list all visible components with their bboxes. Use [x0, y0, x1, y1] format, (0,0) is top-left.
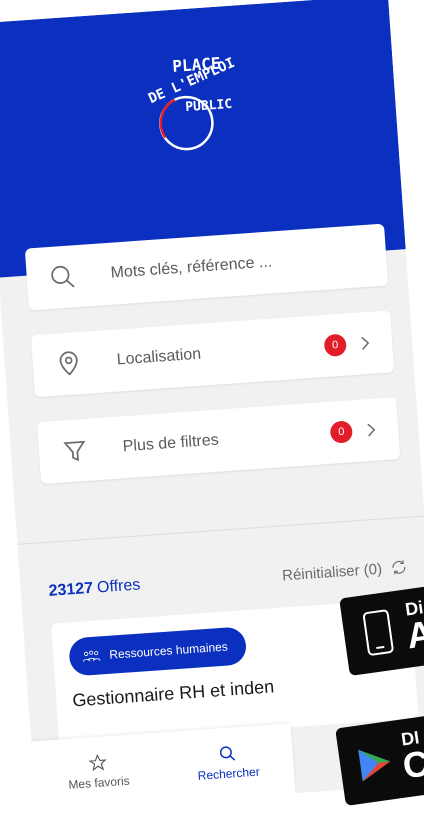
more-filters[interactable]: Plus de filtres 0: [36, 397, 401, 485]
location-filter[interactable]: Localisation 0: [30, 310, 395, 398]
chevron-right-icon: [361, 336, 370, 350]
star-icon: [88, 753, 107, 772]
svg-text:PUBLIC: PUBLIC: [185, 97, 233, 115]
search-icon: [51, 265, 75, 288]
location-label: Localisation: [116, 345, 202, 369]
search-icon: [219, 746, 236, 761]
nav-search[interactable]: Rechercher: [196, 743, 260, 783]
filter-icon: [63, 440, 86, 462]
category-tag[interactable]: Ressources humaines: [68, 626, 248, 677]
google-play-badge[interactable]: DI C: [335, 712, 424, 806]
reset-button[interactable]: Réinitialiser (0): [282, 558, 409, 585]
nav-search-label: Rechercher: [197, 764, 261, 783]
nav-favorites[interactable]: Mes favoris: [66, 752, 130, 792]
app-store-badge[interactable]: Di A: [339, 582, 424, 676]
category-label: Ressources humaines: [108, 639, 229, 662]
offer-title[interactable]: Gestionnaire RH et inden: [72, 676, 275, 711]
filters-label: Plus de filtres: [122, 431, 220, 456]
results-count: 23127: [48, 579, 94, 600]
place-emploi-public-logo-icon: PLACE DE L'EMPLOI PUBLIC: [146, 54, 237, 151]
google-play-big-text: C: [400, 742, 424, 787]
reset-label: Réinitialiser (0): [281, 560, 383, 585]
divider: [17, 515, 424, 545]
people-group-icon: [82, 650, 101, 662]
chevron-right-icon: [367, 423, 376, 437]
google-play-icon: [358, 749, 391, 782]
mobile-app-screen: PLACE DE L'EMPLOI PUBLIC Mots clés, réfé…: [0, 0, 424, 812]
app-store-big-text: A: [404, 612, 424, 657]
phone-icon: [362, 609, 394, 656]
nav-favorites-label: Mes favoris: [67, 773, 131, 792]
results-label: Offres: [96, 576, 141, 597]
refresh-icon: [392, 560, 406, 575]
location-pin-icon: [59, 351, 78, 376]
location-count-badge: 0: [323, 333, 348, 358]
filters-count-badge: 0: [329, 420, 354, 444]
search-placeholder: Mots clés, référence ...: [110, 253, 273, 282]
